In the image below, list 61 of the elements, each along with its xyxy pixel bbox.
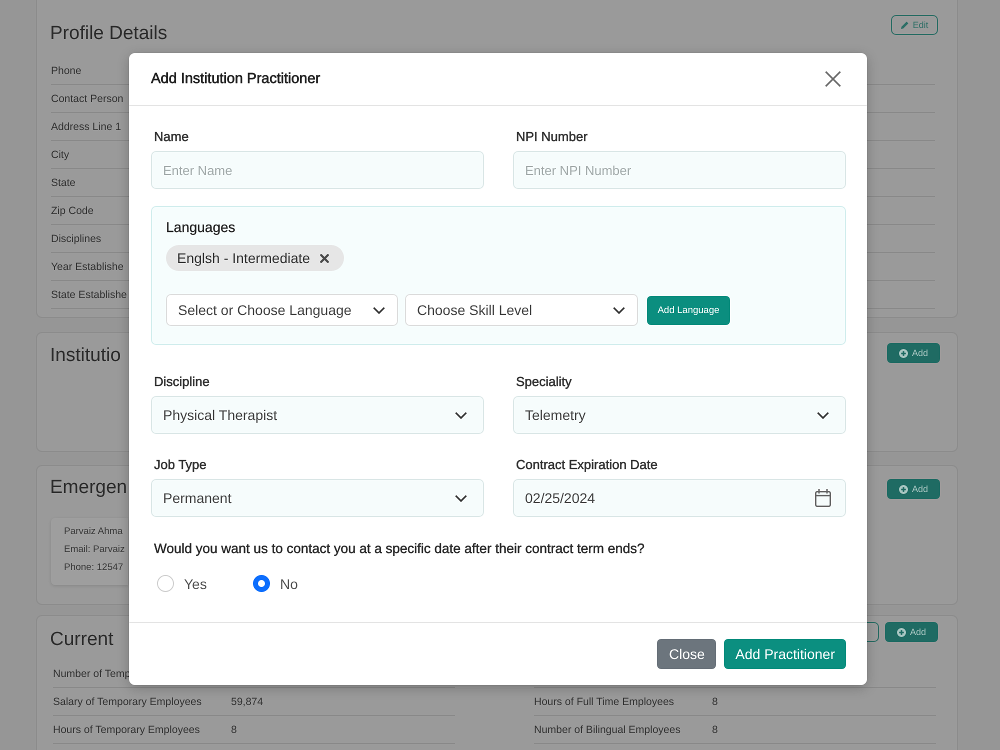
stat-label: Number of Bilingual Employees xyxy=(534,724,680,736)
stat-value: 8 xyxy=(712,696,718,708)
field-label: Contact Person xyxy=(51,92,124,104)
text-field[interactable]: Enter NPI Number xyxy=(513,151,846,189)
select-field[interactable]: Permanent xyxy=(151,479,484,517)
option-label[interactable]: No xyxy=(280,576,298,592)
add-language-button[interactable]: Add Language xyxy=(647,296,730,324)
radio-button[interactable] xyxy=(253,575,270,592)
dialog-title: Add Institution Practitioner xyxy=(151,71,320,87)
select-field[interactable]: Physical Therapist xyxy=(151,396,484,434)
plus-circle-icon xyxy=(898,484,908,494)
select-field[interactable]: Select or Choose Language xyxy=(166,294,398,326)
stat-value: 8 xyxy=(231,724,237,736)
remove-icon xyxy=(320,254,330,262)
field-label: Disciplines xyxy=(51,232,102,244)
field-label: Speciality xyxy=(516,374,572,390)
section-label: Languages xyxy=(166,219,236,235)
field-label: Discipline xyxy=(154,374,210,390)
close-icon xyxy=(825,71,841,87)
field-label: NPI Number xyxy=(516,129,588,145)
card-title: Emergen xyxy=(50,477,128,499)
field-label: Job Type xyxy=(154,457,207,473)
question-text: Would you want us to contact you at a specific date after their contract term ends? xyxy=(154,541,645,557)
plus-circle-icon xyxy=(896,628,906,636)
chevron-down-icon xyxy=(455,412,467,418)
chip-label: Englsh - Intermediate xyxy=(177,250,310,266)
stat-label: Hours of Temporary Employees xyxy=(53,724,200,736)
card-title: Profile Details xyxy=(50,23,168,45)
option-label[interactable]: Yes xyxy=(184,576,207,592)
field-label: Phone xyxy=(51,64,82,76)
field-label: State xyxy=(51,176,76,188)
date-field[interactable]: 02/25/2024 xyxy=(513,479,846,517)
contact-line: Email: Parvaiz xyxy=(64,543,125,557)
contact-line: Phone: 12547 xyxy=(64,561,124,575)
card-title: Institutio xyxy=(50,345,121,367)
calendar-icon xyxy=(815,489,831,507)
field-label: State Establishe xyxy=(51,288,127,300)
select-field[interactable]: Telemetry xyxy=(513,396,846,434)
field-label: Year Establishe xyxy=(51,260,124,272)
stat-value: 59,874 xyxy=(231,696,264,708)
stat-label: Hours of Full Time Employees xyxy=(534,696,674,708)
card-title: Current xyxy=(50,629,114,651)
stat-label: Salary of Temporary Employees xyxy=(53,696,202,708)
field-label: Name xyxy=(154,129,189,145)
field-label: Address Line 1 xyxy=(51,120,122,132)
chevron-down-icon xyxy=(455,494,467,502)
add-practitioner-button[interactable]: Add Practitioner xyxy=(724,639,846,669)
dialog-close-button[interactable] xyxy=(825,71,841,87)
field-label: Contract Expiration Date xyxy=(516,457,658,473)
select-field[interactable]: Choose Skill Level xyxy=(405,294,638,326)
pencil-icon xyxy=(900,21,909,29)
chevron-down-icon xyxy=(817,412,829,418)
field-label: City xyxy=(51,148,70,160)
stat-value: 8 xyxy=(712,724,718,736)
contact-line: Parvaiz Ahma xyxy=(64,525,123,539)
text-field[interactable]: Enter Name xyxy=(151,151,484,189)
chevron-down-icon xyxy=(373,306,385,314)
close-button[interactable]: Close xyxy=(657,639,716,669)
chevron-down-icon xyxy=(613,306,625,314)
field-label: Zip Code xyxy=(51,204,94,216)
plus-circle-icon xyxy=(898,348,908,358)
